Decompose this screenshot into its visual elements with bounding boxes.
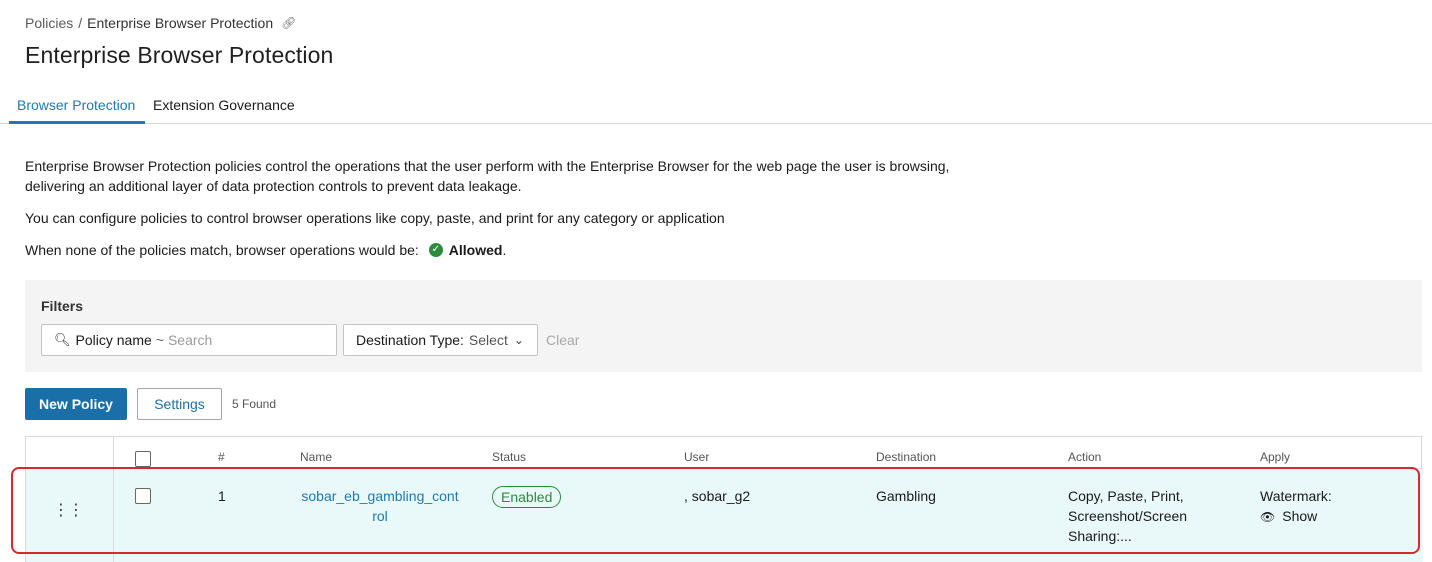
column-header-index: # (218, 450, 225, 464)
select-all-checkbox[interactable] (135, 451, 151, 467)
status-badge: Enabled (492, 486, 562, 508)
description-config-text: You can configure policies to control br… (25, 210, 725, 226)
row-apply-line1: Watermark: (1260, 488, 1332, 504)
search-operator: ~ (155, 332, 164, 348)
destination-type-value: Select (468, 332, 508, 348)
table-header: # Name Status User Destination Action Ap… (26, 437, 1423, 562)
filters-title: Filters (41, 298, 84, 314)
policy-name-search-input[interactable]: 🔍︎ Policy name ~ Search (41, 324, 337, 356)
destination-type-select[interactable]: Destination Type: Select ⌄ (343, 324, 538, 356)
check-circle-icon: ✓ (428, 243, 443, 257)
destination-type-label: Destination Type: (356, 332, 464, 348)
link-icon[interactable]: 🔗︎ (281, 16, 296, 30)
search-field-label: Policy name (75, 332, 152, 348)
column-header-user[interactable]: User (684, 450, 709, 464)
row-index: 1 (218, 488, 226, 504)
table-row[interactable]: ⋮⋮ 1 sobar_eb_gambling_control Enabled ,… (26, 469, 1423, 562)
tab-bar: Browser Protection Extension Governance (0, 89, 1432, 124)
row-action: Copy, Paste, Print, Screenshot/Screen Sh… (1068, 486, 1187, 546)
active-tab-indicator (9, 121, 145, 124)
filters-panel: Filters 🔍︎ Policy name ~ Search Destinat… (25, 280, 1422, 372)
row-action-line1: Copy, Paste, Print, (1068, 488, 1184, 504)
row-action-line2: Screenshot/Screen (1068, 508, 1188, 524)
row-apply-line2-wrap: 👁︎ Show (1260, 506, 1332, 527)
row-user: , sobar_g2 (684, 488, 751, 504)
breadcrumb-policies-link[interactable]: Policies (25, 15, 73, 31)
row-action-line3: Sharing:... (1068, 528, 1132, 544)
default-behavior-status: Allowed (448, 242, 503, 258)
chevron-down-icon: ⌄ (513, 333, 524, 347)
row-apply: Watermark: 👁︎ Show (1260, 486, 1332, 527)
policies-table: # Name Status User Destination Action Ap… (25, 436, 1423, 562)
default-behavior-suffix: . (502, 242, 507, 258)
search-icon: 🔍︎ (54, 332, 71, 347)
column-header-status[interactable]: Status (492, 450, 526, 464)
settings-button[interactable]: Settings (137, 388, 222, 420)
results-count: 5 Found (232, 397, 277, 411)
eye-icon: 👁︎ (1260, 510, 1276, 524)
description-text: Enterprise Browser Protection policies c… (25, 158, 950, 194)
row-checkbox[interactable] (135, 488, 151, 504)
column-header-apply[interactable]: Apply (1260, 450, 1290, 464)
breadcrumb-separator: / (78, 15, 83, 31)
tab-browser-protection[interactable]: Browser Protection (17, 97, 135, 113)
breadcrumb-current: Enterprise Browser Protection (87, 15, 274, 31)
column-header-name[interactable]: Name (300, 450, 332, 464)
policy-name-link[interactable]: sobar_eb_gambling_control (300, 486, 460, 526)
default-behavior-prefix: When none of the policies match, browser… (25, 242, 419, 258)
search-placeholder: Search (167, 332, 213, 348)
drag-handle-icon[interactable]: ⋮⋮ (53, 503, 84, 519)
row-destination: Gambling (876, 488, 936, 504)
row-apply-line2: Show (1282, 508, 1318, 524)
breadcrumb: Policies / Enterprise Browser Protection… (25, 15, 296, 31)
page-title: Enterprise Browser Protection (25, 42, 334, 68)
default-behavior-text: When none of the policies match, browser… (25, 240, 506, 260)
column-header-destination[interactable]: Destination (876, 450, 936, 464)
tab-extension-governance[interactable]: Extension Governance (153, 97, 295, 113)
new-policy-button[interactable]: New Policy (25, 388, 127, 420)
column-header-action[interactable]: Action (1068, 450, 1101, 464)
clear-filters-button[interactable]: Clear (546, 332, 579, 348)
